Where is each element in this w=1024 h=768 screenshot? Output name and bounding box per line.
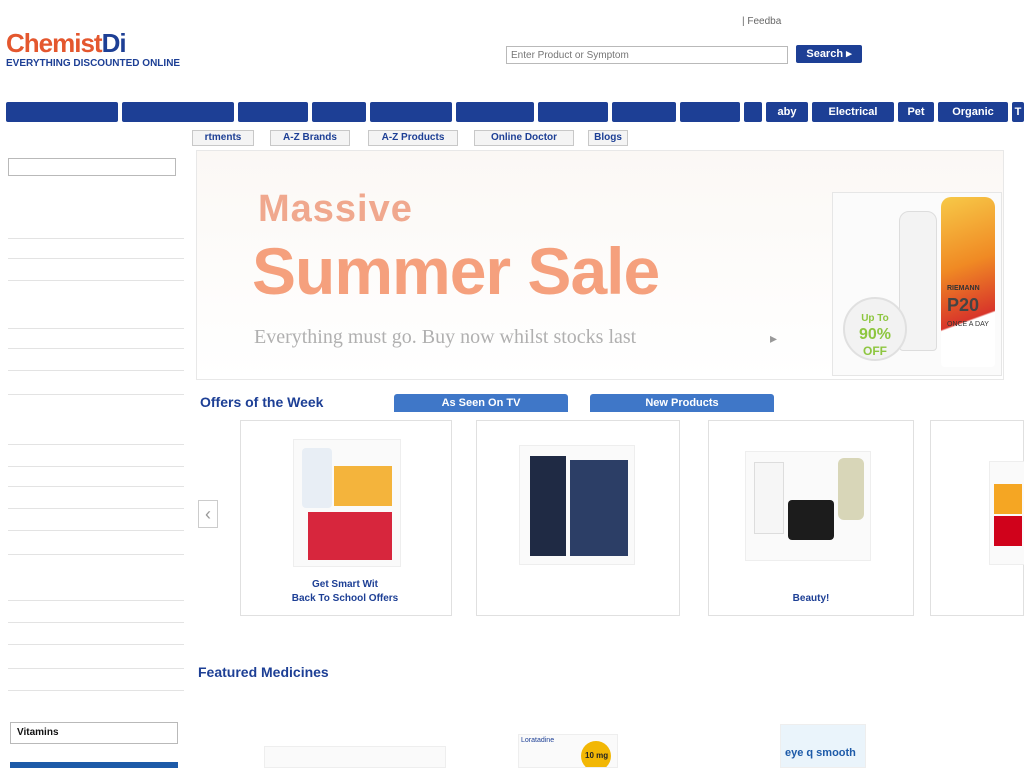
- card-caption-3b[interactable]: Beauty!: [749, 593, 873, 604]
- discount-badge: Up To 90% OFF: [843, 297, 907, 361]
- main-nav: aby Electrical Pet Organic T: [6, 100, 1024, 124]
- featured-dose: 10 mg: [585, 751, 609, 760]
- nav-item-7[interactable]: [538, 102, 608, 122]
- featured-image-2[interactable]: Loratadine 10 mg: [518, 734, 618, 768]
- product-spf: P20: [947, 295, 980, 315]
- sidebar-button[interactable]: [8, 582, 184, 601]
- offers-heading: Offers of the Week: [200, 394, 324, 410]
- sidebar-button[interactable]: [8, 626, 184, 645]
- sidebar-field[interactable]: [8, 158, 176, 176]
- eye-shades-pack: [570, 460, 628, 556]
- subnav-blogs[interactable]: Blogs: [588, 130, 628, 146]
- sidebar-button[interactable]: [8, 536, 184, 555]
- offer-card-3[interactable]: Beauty!: [708, 420, 914, 616]
- sidebar-button[interactable]: [8, 468, 184, 487]
- featured-image-3[interactable]: eye q smooth: [780, 724, 866, 768]
- page: ChemistDi EVERYTHING DISCOUNTED ONLINE |…: [0, 0, 1024, 768]
- nav-item-more[interactable]: T: [1012, 102, 1024, 122]
- product-brand: RIEMANN: [947, 285, 980, 292]
- cream-bottle: [754, 462, 784, 534]
- nav-item-electrical[interactable]: Electrical: [812, 102, 894, 122]
- subnav-az-brands[interactable]: A-Z Brands: [270, 130, 350, 146]
- badge-line2: 90%: [858, 326, 892, 343]
- sidebar-button[interactable]: [8, 352, 184, 371]
- cream-jar: [788, 500, 834, 540]
- box-red-small: [994, 516, 1022, 546]
- nav-item-5[interactable]: [370, 102, 452, 122]
- nav-item-9[interactable]: [680, 102, 740, 122]
- site-logo[interactable]: ChemistDi EVERYTHING DISCOUNTED ONLINE: [6, 28, 236, 72]
- subnav-az-products[interactable]: A-Z Products: [368, 130, 458, 146]
- offer-card-2[interactable]: [476, 420, 680, 616]
- nav-item-baby[interactable]: aby: [766, 102, 808, 122]
- subnav-online-doctor[interactable]: Online Doctor: [474, 130, 574, 146]
- sidebar-vitamins-field[interactable]: Vitamins: [10, 722, 178, 744]
- box-orange: [994, 484, 1022, 514]
- hero-title: Summer Sale: [252, 234, 660, 308]
- offer-image-4: [989, 461, 1024, 565]
- subnav-departments[interactable]: rtments: [192, 130, 254, 146]
- sidebar-button[interactable]: [8, 512, 184, 531]
- sidebar-button[interactable]: [8, 672, 184, 691]
- offer-card-1[interactable]: Get Smart Wit Back To School Offers: [240, 420, 452, 616]
- hero-pre-title: Massive: [258, 188, 413, 230]
- offer-card-4[interactable]: [930, 420, 1024, 616]
- chevron-right-icon: ▸: [770, 330, 778, 346]
- sidebar: Vitamins: [4, 150, 188, 768]
- offer-image-1: [293, 439, 401, 567]
- featured-image-1[interactable]: [264, 746, 446, 768]
- tab-new-products[interactable]: New Products: [590, 394, 774, 412]
- cream-tube: [838, 458, 864, 520]
- nav-item-6[interactable]: [456, 102, 534, 122]
- search-input[interactable]: [506, 46, 788, 64]
- nav-item-2[interactable]: [122, 102, 234, 122]
- nav-item-1[interactable]: [6, 102, 118, 122]
- box-dark: [530, 456, 566, 556]
- tab-as-seen-on-tv[interactable]: As Seen On TV: [394, 394, 568, 412]
- hero-subtitle[interactable]: Everything must go. Buy now whilst stock…: [254, 326, 636, 349]
- product-label: ONCE A DAY: [947, 321, 989, 328]
- sub-nav: rtments A-Z Brands A-Z Products Online D…: [6, 128, 646, 148]
- sidebar-button[interactable]: [8, 220, 184, 239]
- sidebar-button[interactable]: [8, 330, 184, 349]
- logo-tagline: EVERYTHING DISCOUNTED ONLINE: [6, 58, 181, 69]
- sidebar-divider: [10, 762, 178, 768]
- card-caption-1a: Get Smart Wit: [311, 579, 379, 590]
- nav-item-10[interactable]: [744, 102, 762, 122]
- box-red: [308, 512, 392, 560]
- sidebar-button[interactable]: [8, 376, 184, 395]
- badge-line1: Up To: [861, 313, 889, 324]
- sidebar-button[interactable]: [8, 310, 184, 329]
- sidebar-button[interactable]: [8, 240, 184, 259]
- nav-item-4[interactable]: [312, 102, 366, 122]
- nav-item-organic[interactable]: Organic: [938, 102, 1008, 122]
- search-bar: [500, 40, 790, 68]
- featured-heading: Featured Medicines: [198, 664, 329, 680]
- sidebar-button[interactable]: [8, 650, 184, 669]
- badge-line3: OFF: [863, 344, 887, 358]
- sidebar-button[interactable]: [8, 426, 184, 445]
- featured-item-name: Loratadine: [521, 737, 555, 744]
- chevron-left-icon[interactable]: ‹: [198, 500, 218, 528]
- feedback-link[interactable]: | Feedba: [742, 16, 781, 27]
- sidebar-button[interactable]: [8, 262, 184, 281]
- spray-bottle: [302, 448, 332, 508]
- nav-item-8[interactable]: [612, 102, 676, 122]
- product-bottle-sun: RIEMANN P20 ONCE A DAY: [941, 197, 995, 367]
- featured-brand: eye q smooth: [785, 747, 856, 759]
- sidebar-button[interactable]: [8, 604, 184, 623]
- nav-item-3[interactable]: [238, 102, 308, 122]
- offer-image-3: [745, 451, 871, 561]
- offer-image-2: [519, 445, 635, 565]
- hero-product-image: RIEMANN P20 ONCE A DAY Up To 90% OFF: [832, 192, 1002, 376]
- sidebar-button[interactable]: [8, 490, 184, 509]
- sidebar-button[interactable]: [8, 448, 184, 467]
- card-caption-1b[interactable]: Back To School Offers: [275, 593, 415, 604]
- nav-item-pet[interactable]: Pet: [898, 102, 934, 122]
- box-yellow: [334, 466, 392, 506]
- logo-wordmark: ChemistDi: [6, 28, 127, 58]
- search-button[interactable]: Search ▸: [796, 45, 862, 63]
